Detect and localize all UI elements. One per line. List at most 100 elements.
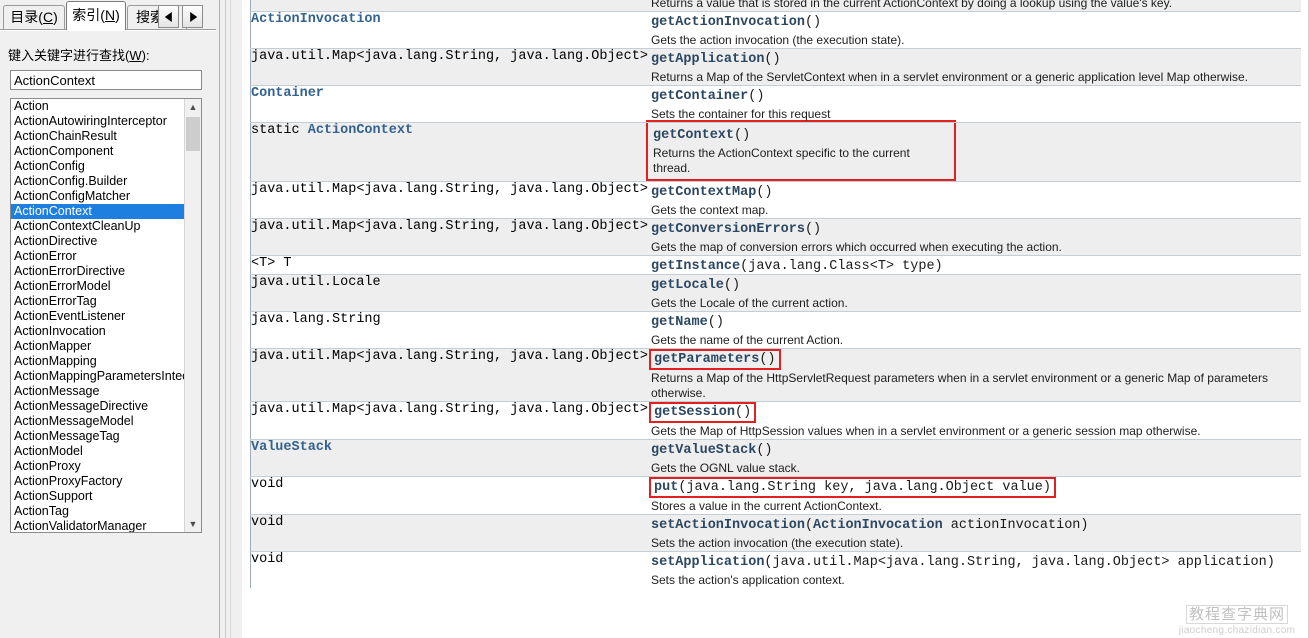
method-params: () bbox=[735, 405, 752, 420]
type-link[interactable]: Container bbox=[251, 87, 324, 102]
method-signature[interactable]: getSession() bbox=[648, 402, 757, 423]
method-signature[interactable]: getName() bbox=[651, 315, 724, 330]
triangle-right-icon[interactable] bbox=[182, 5, 203, 28]
index-list-item[interactable]: Action bbox=[11, 99, 186, 114]
method-signature-cell: getValueStack() Gets the OGNL value stack… bbox=[651, 439, 1301, 477]
method-name-link[interactable]: getLocale bbox=[651, 278, 724, 293]
param-type-link[interactable]: ActionInvocation bbox=[813, 518, 943, 533]
method-signature[interactable]: getContextMap() bbox=[651, 185, 773, 200]
type-link[interactable]: ActionInvocation bbox=[251, 13, 381, 28]
method-name-link[interactable]: getConversionErrors bbox=[651, 222, 805, 237]
index-list-item[interactable]: ActionErrorModel bbox=[11, 279, 186, 294]
method-name-link[interactable]: getActionInvocation bbox=[651, 15, 805, 30]
scroll-down-icon[interactable]: ▼ bbox=[185, 516, 201, 532]
method-name-link[interactable]: setApplication bbox=[651, 555, 764, 570]
method-signature[interactable]: getParameters() bbox=[649, 349, 781, 370]
method-name-link[interactable]: getValueStack bbox=[651, 443, 756, 458]
index-list-item[interactable]: ActionModel bbox=[11, 444, 186, 459]
index-list-item[interactable]: ActionProxy bbox=[11, 459, 186, 474]
method-signature[interactable]: getLocale() bbox=[651, 278, 740, 293]
index-topic-list[interactable]: Action ActionAutowiringInterceptor ActionC… bbox=[10, 98, 202, 533]
method-return-type: java.util.Locale bbox=[250, 274, 651, 312]
index-list-item[interactable]: ActionSupport bbox=[11, 489, 186, 504]
tab-contents[interactable]: 目录(C) bbox=[3, 5, 65, 30]
triangle-left-icon[interactable] bbox=[158, 5, 179, 28]
index-list-item[interactable]: ActionMessageTag bbox=[11, 429, 186, 444]
method-name-link[interactable]: getApplication bbox=[651, 52, 764, 67]
method-return-type: java.util.Map<java.lang.String, java.lan… bbox=[250, 218, 651, 256]
method-name-link[interactable]: setActionInvocation bbox=[651, 518, 805, 533]
pane-splitter[interactable] bbox=[216, 0, 242, 638]
index-list-item[interactable]: ActionConfigMatcher bbox=[11, 189, 186, 204]
index-list-item[interactable]: ActionProxyFactory bbox=[11, 474, 186, 489]
method-name-link[interactable]: put bbox=[654, 480, 678, 495]
method-signature[interactable]: setActionInvocation(ActionInvocation act… bbox=[651, 518, 1089, 533]
method-signature-cell: get(java.lang.String key)Returns a value… bbox=[651, 0, 1301, 12]
document-pane[interactable]: java.lang.Objectget(java.lang.String key… bbox=[242, 0, 1309, 638]
scrollbar-thumb[interactable] bbox=[186, 117, 200, 151]
method-return-type: java.util.Map<java.lang.String, java.lan… bbox=[250, 181, 651, 219]
index-list-item[interactable]: ActionErrorTag bbox=[11, 294, 186, 309]
index-list-item[interactable]: ActionMapper bbox=[11, 339, 186, 354]
method-name-link[interactable]: getContextMap bbox=[651, 185, 756, 200]
index-list-scrollbar[interactable]: ▲ ▼ bbox=[184, 99, 201, 532]
index-list-item[interactable]: ActionError bbox=[11, 249, 186, 264]
type-link[interactable]: ActionContext bbox=[308, 124, 413, 139]
index-list-item[interactable]: ActionComponent bbox=[11, 144, 186, 159]
type-link[interactable]: ValueStack bbox=[251, 441, 332, 456]
index-list-item[interactable]: ActionInvocation bbox=[11, 324, 186, 339]
method-signature[interactable]: getInstance(java.lang.Class<T> type) bbox=[651, 259, 943, 274]
type-text: void bbox=[251, 477, 284, 493]
index-list-item[interactable]: ActionTag bbox=[11, 504, 186, 519]
index-list-item[interactable]: ActionConfig bbox=[11, 159, 186, 174]
scroll-up-icon[interactable]: ▲ bbox=[185, 99, 201, 115]
method-summary-table: java.lang.Objectget(java.lang.String key… bbox=[250, 0, 1301, 588]
method-signature[interactable]: getValueStack() bbox=[651, 443, 773, 458]
index-list-item[interactable]: ActionEventListener bbox=[11, 309, 186, 324]
splitter-line-1 bbox=[219, 0, 220, 638]
method-name-link[interactable]: getInstance bbox=[651, 259, 740, 274]
index-list-item[interactable]: ActionChainResult bbox=[11, 129, 186, 144]
method-signature[interactable]: getContext() bbox=[653, 128, 750, 143]
method-params: () bbox=[764, 52, 781, 67]
index-list-item[interactable]: ActionConfig.Builder bbox=[11, 174, 186, 189]
method-signature-cell: getActionInvocation() Gets the action inv… bbox=[651, 11, 1301, 49]
method-name-link[interactable]: getContainer bbox=[651, 89, 748, 104]
index-list-item[interactable]: ActionMessageDirective bbox=[11, 399, 186, 414]
method-params: ( bbox=[804, 518, 814, 533]
method-return-type: java.lang.String bbox=[250, 311, 651, 349]
index-list-item[interactable]: ActionMessageModel bbox=[11, 414, 186, 429]
type-text: java.util.Map<java.lang.String, java.lan… bbox=[251, 182, 648, 198]
tab-index[interactable]: 索引(N) bbox=[66, 1, 126, 30]
index-list-item[interactable]: ActionContextCleanUp bbox=[11, 219, 186, 234]
method-params: () bbox=[707, 315, 724, 330]
method-signature-cell: getContainer() Sets the container for thi… bbox=[651, 85, 1301, 123]
method-description: Gets the name of the current Action. bbox=[651, 333, 844, 347]
index-list-item[interactable]: ActionErrorDirective bbox=[11, 264, 186, 279]
index-list-item[interactable]: ActionDirective bbox=[11, 234, 186, 249]
method-params: (java.lang.Class<T> type) bbox=[740, 259, 943, 274]
method-signature[interactable]: getApplication() bbox=[651, 52, 781, 67]
method-name-link[interactable]: getName bbox=[651, 315, 708, 330]
keyword-search-input[interactable] bbox=[10, 70, 202, 90]
index-list-item[interactable]: ActionMappingParametersIntec bbox=[11, 369, 186, 384]
index-list-item[interactable]: ActionMapping bbox=[11, 354, 186, 369]
method-name-link[interactable]: getContext bbox=[653, 128, 734, 143]
method-return-type: Container bbox=[250, 85, 651, 123]
method-description: Sets the action invocation (the executio… bbox=[651, 536, 904, 550]
method-return-type: ValueStack bbox=[250, 439, 651, 477]
method-description: Returns a Map of the HttpServletRequest … bbox=[651, 371, 1268, 400]
method-signature[interactable]: setApplication(java.util.Map<java.lang.S… bbox=[651, 555, 1275, 570]
method-name-link[interactable]: getParameters bbox=[654, 352, 759, 367]
index-list-item[interactable]: ActionAutowiringInterceptor bbox=[11, 114, 186, 129]
method-signature[interactable]: getActionInvocation() bbox=[651, 15, 821, 30]
index-topic-list-items[interactable]: Action ActionAutowiringInterceptor ActionC… bbox=[11, 99, 186, 532]
method-signature[interactable]: getConversionErrors() bbox=[651, 222, 821, 237]
method-name-link[interactable]: getSession bbox=[654, 405, 735, 420]
index-list-item[interactable]: ActionValidatorManager bbox=[11, 519, 186, 532]
index-list-item[interactable]: ActionMessage bbox=[11, 384, 186, 399]
method-signature[interactable]: getContainer() bbox=[651, 89, 764, 104]
method-signature[interactable]: put(java.lang.String key, java.lang.Obje… bbox=[649, 477, 1056, 498]
method-params: () bbox=[804, 15, 822, 30]
index-list-item[interactable]: ActionContext bbox=[11, 204, 186, 219]
